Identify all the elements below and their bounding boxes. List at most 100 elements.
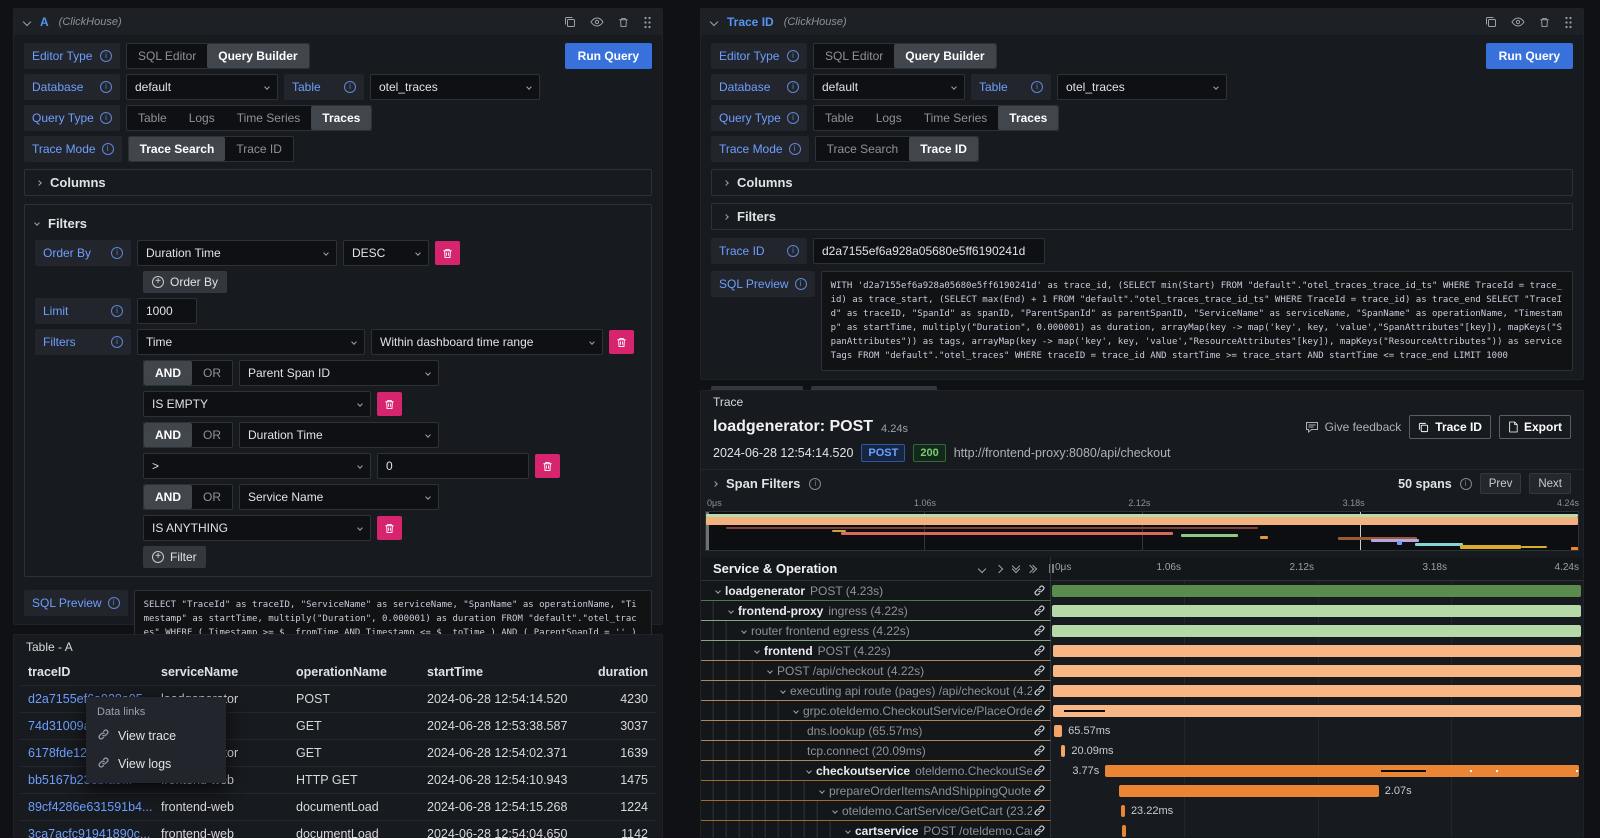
- span-duration-bar[interactable]: [1054, 725, 1063, 737]
- span-row-loadgenerator[interactable]: loadgeneratorPOST (4.23s): [701, 581, 1583, 601]
- run-query-button[interactable]: Run Query: [1486, 43, 1573, 69]
- span-name-cell[interactable]: tcp.connect (20.09ms): [701, 741, 1051, 761]
- remove-filter-button[interactable]: [377, 516, 402, 540]
- span-duration-bar[interactable]: [1052, 585, 1581, 597]
- span-bar-cell[interactable]: [1051, 681, 1583, 701]
- column-header-traceid[interactable]: traceID: [20, 659, 153, 685]
- span-duration-bar[interactable]: [1053, 685, 1581, 697]
- info-icon[interactable]: [789, 143, 801, 155]
- filter-field-select[interactable]: Time: [137, 329, 365, 355]
- span-filters-title[interactable]: Span Filters: [726, 476, 800, 491]
- span-duration-bar[interactable]: [1105, 765, 1578, 777]
- view-trace-menu-item[interactable]: View trace: [86, 722, 226, 750]
- duplicate-query-icon[interactable]: [1485, 16, 1497, 28]
- span-row-cartservice[interactable]: cartservicePOST /oteldemo.CartService/Ge…: [701, 821, 1583, 838]
- option-logs[interactable]: Logs: [865, 106, 913, 130]
- filter-field-select[interactable]: Service Name: [239, 484, 439, 510]
- column-header-duration[interactable]: duration: [567, 659, 656, 685]
- span-link-icon[interactable]: [1033, 724, 1046, 740]
- span-bar-cell[interactable]: [1051, 821, 1583, 838]
- info-icon[interactable]: [111, 336, 123, 348]
- option-or[interactable]: OR: [192, 485, 232, 509]
- span-bar-cell[interactable]: [1051, 621, 1583, 641]
- order-by-field-select[interactable]: Duration Time: [137, 240, 337, 266]
- span-bar-cell[interactable]: 20.09ms: [1051, 741, 1583, 761]
- span-name-cell[interactable]: frontend-proxyingress (4.22s): [701, 601, 1051, 621]
- span-collapse-icon[interactable]: [767, 668, 773, 674]
- database-select[interactable]: default: [126, 74, 278, 100]
- table-select[interactable]: otel_traces: [370, 74, 540, 100]
- span-row-dns-lookup-65-57ms[interactable]: dns.lookup (65.57ms) 65.57ms: [701, 721, 1583, 741]
- filters-section[interactable]: Filters: [711, 203, 1573, 230]
- trace-minimap[interactable]: [705, 511, 1579, 551]
- trace-id-link[interactable]: 89cf4286e631591b4...: [20, 794, 153, 820]
- span-collapse-icon[interactable]: [728, 608, 734, 614]
- filter-operator-select[interactable]: Within dashboard time range: [371, 329, 603, 355]
- span-row-checkoutservice[interactable]: checkoutserviceoteldemo.CheckoutService/…: [701, 761, 1583, 781]
- option-query-builder[interactable]: Query Builder: [207, 44, 308, 68]
- remove-order-by-button[interactable]: [435, 241, 460, 265]
- filter-operator-select[interactable]: IS ANYTHING: [143, 515, 371, 541]
- span-link-icon[interactable]: [1033, 824, 1046, 838]
- span-row-frontend[interactable]: frontendPOST (4.22s): [701, 641, 1583, 661]
- span-duration-bar[interactable]: [1053, 705, 1581, 717]
- span-bar-cell[interactable]: 65.57ms: [1051, 721, 1583, 741]
- delete-query-icon[interactable]: [1539, 17, 1550, 28]
- option-query-builder[interactable]: Query Builder: [894, 44, 995, 68]
- columns-section[interactable]: Columns: [24, 169, 652, 196]
- info-icon[interactable]: [100, 112, 112, 124]
- remove-filter-button[interactable]: [377, 392, 402, 416]
- span-row-grpc-oteldemo-checkoutservice-placeorder[interactable]: grpc.oteldemo.CheckoutService/PlaceOrder…: [701, 701, 1583, 721]
- span-row-oteldemo-cartservice-getcart-23-22ms[interactable]: oteldemo.CartService/GetCart (23.22ms) 2…: [701, 801, 1583, 821]
- span-row-post-api-checkout-4-22s[interactable]: POST /api/checkout (4.22s): [701, 661, 1583, 681]
- span-collapse-icon[interactable]: [793, 708, 799, 714]
- collapse-all-icon[interactable]: [1013, 566, 1019, 572]
- span-collapse-icon[interactable]: [845, 828, 851, 834]
- info-icon[interactable]: [787, 50, 799, 62]
- info-icon[interactable]: [795, 278, 807, 290]
- span-link-icon[interactable]: [1033, 744, 1046, 760]
- span-collapse-icon[interactable]: [819, 788, 825, 794]
- span-duration-bar[interactable]: [1053, 665, 1581, 677]
- option-and[interactable]: AND: [144, 485, 192, 509]
- info-icon[interactable]: [100, 50, 112, 62]
- span-name-cell[interactable]: grpc.oteldemo.CheckoutService/PlaceOrder…: [701, 701, 1051, 721]
- option-trace-search[interactable]: Trace Search: [816, 137, 910, 161]
- filter-operator-select[interactable]: IS EMPTY: [143, 391, 371, 417]
- span-collapse-icon[interactable]: [780, 688, 786, 694]
- option-sql-editor[interactable]: SQL Editor: [127, 44, 207, 68]
- info-icon[interactable]: [1460, 478, 1472, 490]
- option-trace-search[interactable]: Trace Search: [129, 137, 226, 161]
- option-logs[interactable]: Logs: [178, 106, 226, 130]
- span-duration-bar[interactable]: [1053, 645, 1581, 657]
- span-row-prepareorderitemsandshippingquotefromcar[interactable]: prepareOrderItemsAndShippingQuoteFromCar…: [701, 781, 1583, 801]
- span-collapse-icon[interactable]: [715, 588, 721, 594]
- span-name-cell[interactable]: prepareOrderItemsAndShippingQuoteFromCar…: [701, 781, 1051, 801]
- span-duration-bar[interactable]: [1122, 825, 1126, 837]
- trace-id-link[interactable]: 3ca7acfc91941890c...: [20, 821, 153, 838]
- span-bar-cell[interactable]: [1051, 701, 1583, 721]
- info-icon[interactable]: [100, 81, 112, 93]
- span-bar-cell[interactable]: 2.07s: [1051, 781, 1583, 801]
- span-link-icon[interactable]: [1033, 764, 1046, 780]
- option-sql-editor[interactable]: SQL Editor: [814, 44, 894, 68]
- span-link-icon[interactable]: [1033, 684, 1046, 700]
- span-duration-bar[interactable]: [1121, 805, 1125, 817]
- run-query-button[interactable]: Run Query: [565, 43, 652, 69]
- span-bar-cell[interactable]: [1051, 641, 1583, 661]
- filter-operator-select[interactable]: >: [143, 453, 371, 479]
- filter-field-select[interactable]: Duration Time: [239, 422, 439, 448]
- option-or[interactable]: OR: [192, 423, 232, 447]
- span-link-icon[interactable]: [1033, 604, 1046, 620]
- option-and[interactable]: AND: [144, 423, 192, 447]
- span-row-router-frontend-egress-4-22s[interactable]: router frontend egress (4.22s): [701, 621, 1583, 641]
- span-collapse-icon[interactable]: [806, 768, 812, 774]
- span-link-icon[interactable]: [1033, 624, 1046, 640]
- info-icon[interactable]: [1031, 81, 1043, 93]
- trace-id-button[interactable]: Trace ID: [1409, 415, 1491, 439]
- filter-value-input[interactable]: 0: [377, 453, 529, 479]
- span-row-frontend-proxy[interactable]: frontend-proxyingress (4.22s): [701, 601, 1583, 621]
- span-row-executing-api-route-pages-api-checkout-4[interactable]: executing api route (pages) /api/checkou…: [701, 681, 1583, 701]
- drag-handle-icon[interactable]: [643, 16, 652, 29]
- info-icon[interactable]: [108, 597, 120, 609]
